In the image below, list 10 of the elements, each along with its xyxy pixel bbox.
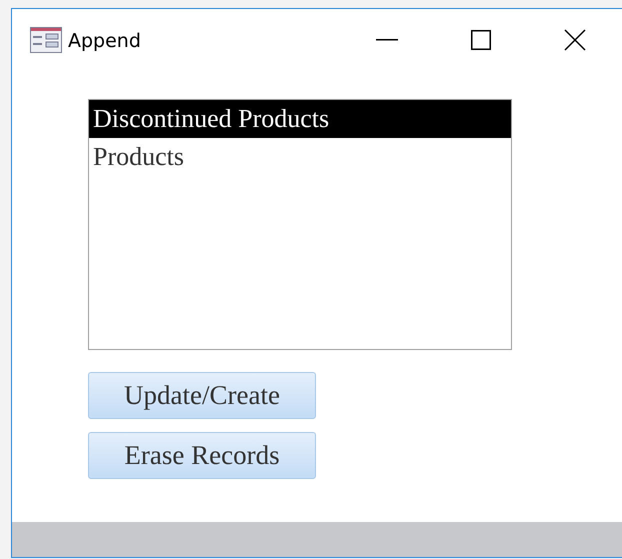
window-title: Append [68, 30, 141, 52]
action-button[interactable]: Erase Records [88, 432, 316, 479]
minimize-icon [376, 39, 398, 41]
list-item[interactable]: Discontinued Products [89, 100, 511, 138]
maximize-icon [471, 30, 491, 50]
list-item[interactable]: Products [89, 138, 511, 176]
form-icon [30, 27, 62, 53]
action-button[interactable]: Update/Create [88, 372, 316, 419]
close-icon [564, 29, 586, 51]
table-list[interactable]: Discontinued Products Products [88, 99, 512, 350]
